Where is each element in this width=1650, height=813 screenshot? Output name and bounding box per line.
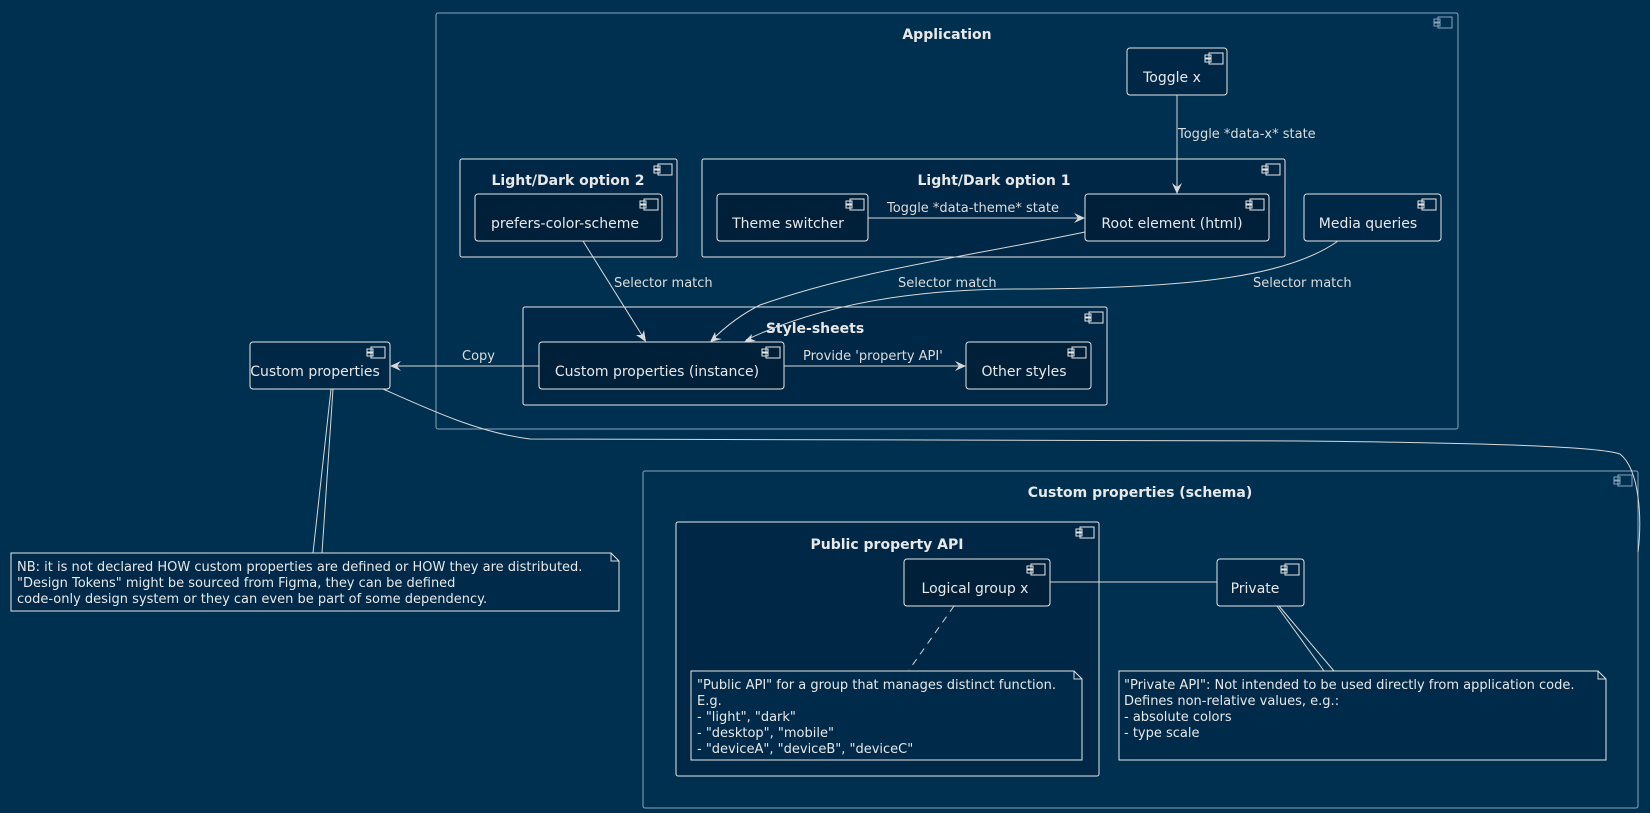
component-logical-group-x[interactable]: Logical group x <box>903 558 1051 607</box>
component-diagram: Application Light/Dark option 2 prefers-… <box>10 12 1641 809</box>
component-label: Private <box>1231 581 1280 597</box>
component-prefers-color-scheme[interactable]: prefers-color-scheme <box>474 193 663 242</box>
package-title-option-2: Light/Dark option 2 <box>491 173 644 189</box>
component-private[interactable]: Private <box>1216 558 1305 607</box>
edge-label: Selector match <box>1253 276 1352 291</box>
note-line: - "deviceA", "deviceB", "deviceC" <box>697 742 913 757</box>
component-label: prefers-color-scheme <box>491 216 639 232</box>
note-line: NB: it is not declared HOW custom proper… <box>17 560 582 575</box>
edge-label: Provide 'property API' <box>803 349 943 364</box>
component-label: Toggle x <box>1142 70 1201 86</box>
component-label: Media queries <box>1319 216 1417 232</box>
note-line: - absolute colors <box>1124 710 1232 725</box>
package-title-schema: Custom properties (schema) <box>1028 485 1252 501</box>
note-line: - "light", "dark" <box>697 710 796 725</box>
edge-label: Copy <box>462 349 495 364</box>
component-toggle-x[interactable]: Toggle x <box>1126 47 1228 96</box>
component-custom-properties-instance[interactable]: Custom properties (instance) <box>538 341 785 390</box>
note-line: - type scale <box>1124 726 1200 741</box>
note-line: - "desktop", "mobile" <box>697 726 834 741</box>
package-title-option-1: Light/Dark option 1 <box>917 173 1070 189</box>
component-other-styles[interactable]: Other styles <box>965 341 1092 390</box>
note-line: "Public API" for a group that manages di… <box>697 678 1056 693</box>
edge-label: Selector match <box>898 276 997 291</box>
package-title-public-api: Public property API <box>811 537 964 553</box>
note-line: "Design Tokens" might be sourced from Fi… <box>17 576 455 591</box>
note-line: code-only design system or they can even… <box>17 592 487 607</box>
package-title-style-sheets: Style-sheets <box>766 321 864 337</box>
edge-label: Toggle *data-theme* state <box>886 201 1059 216</box>
component-label: Root element (html) <box>1101 216 1242 232</box>
component-media-queries[interactable]: Media queries <box>1303 193 1442 242</box>
note-line: "Private API": Not intended to be used d… <box>1124 678 1575 693</box>
component-custom-properties[interactable]: Custom properties <box>249 341 391 390</box>
component-label: Logical group x <box>922 581 1029 597</box>
component-root-element[interactable]: Root element (html) <box>1084 193 1270 242</box>
component-label: Custom properties <box>250 364 380 380</box>
note-line: E.g. <box>697 694 722 709</box>
component-theme-switcher[interactable]: Theme switcher <box>716 193 869 242</box>
package-title-application: Application <box>902 27 991 43</box>
edge-label: Selector match <box>614 276 713 291</box>
component-label: Other styles <box>981 364 1066 380</box>
component-label: Theme switcher <box>731 216 844 232</box>
edge-label: Toggle *data-x* state <box>1177 127 1316 142</box>
note-line: Defines non-relative values, e.g.: <box>1124 694 1339 709</box>
component-label: Custom properties (instance) <box>555 364 759 380</box>
